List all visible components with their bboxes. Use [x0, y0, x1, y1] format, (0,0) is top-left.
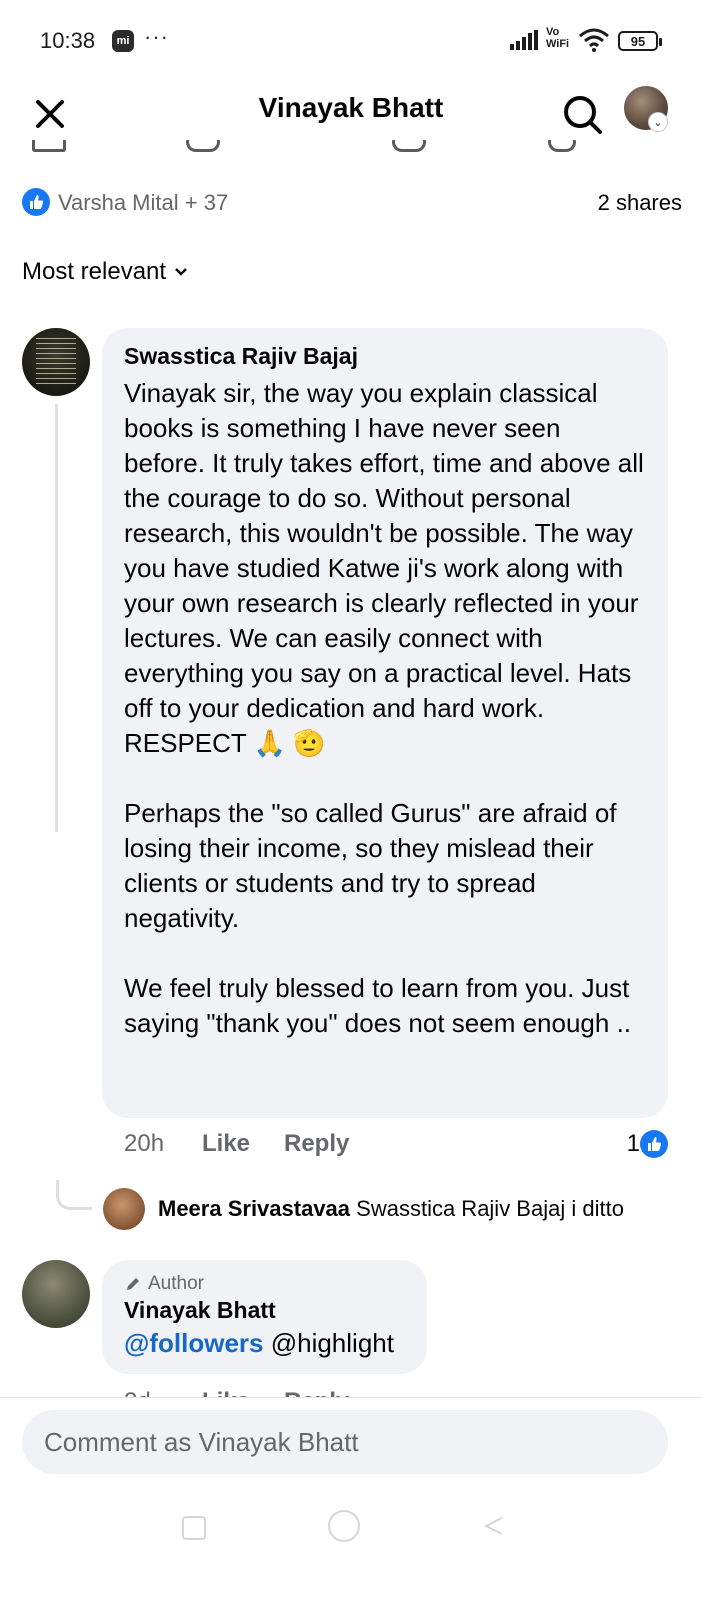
battery-level: 95: [630, 33, 646, 49]
thumbs-up-icon[interactable]: [640, 1130, 668, 1158]
author-badge-label: Author: [148, 1273, 204, 1294]
avatar[interactable]: [22, 1260, 90, 1328]
comment-author[interactable]: Vinayak Bhatt: [124, 1296, 405, 1324]
back-icon[interactable]: [482, 1514, 506, 1538]
battery-icon: 95: [618, 31, 662, 51]
reply-preview[interactable]: Meera Srivastavaa Swasstica Rajiv Bajaj …: [158, 1196, 624, 1222]
reply-connector: [56, 1180, 92, 1210]
shares-count[interactable]: 2 shares: [598, 190, 682, 216]
comment-text: @followers @highlight: [124, 1326, 405, 1360]
sort-label: Most relevant: [22, 258, 167, 285]
reactions-row: Varsha Mital + 37 2 shares: [22, 188, 682, 218]
search-icon[interactable]: [560, 92, 604, 136]
reply-author[interactable]: Meera Srivastavaa: [158, 1196, 350, 1221]
comment-meta: 20h Like Reply 1: [124, 1128, 668, 1162]
pencil-icon: [127, 1278, 139, 1290]
comment-time: 20h: [124, 1130, 165, 1157]
home-icon[interactable]: [328, 1510, 360, 1542]
wifi-icon: [579, 28, 609, 52]
reactions-summary[interactable]: Varsha Mital + 37: [58, 190, 228, 216]
comment-composer-bar: [0, 1397, 702, 1600]
like-action-icon: [32, 140, 66, 152]
author-badge: Author: [124, 1272, 405, 1296]
comment-bubble[interactable]: Swasstica Rajiv Bajaj Vinayak sir, the w…: [102, 328, 668, 1118]
thread-line: [55, 404, 58, 832]
mention-link[interactable]: @followers: [124, 1328, 263, 1358]
mention-text: @highlight: [270, 1328, 394, 1358]
avatar[interactable]: [22, 328, 90, 396]
reply-button[interactable]: Reply: [284, 1130, 349, 1158]
header: Vinayak Bhatt: [0, 84, 702, 144]
status-time: 10:38: [40, 28, 96, 53]
avatar[interactable]: [103, 1188, 145, 1230]
reply-text: Swasstica Rajiv Bajaj i ditto: [356, 1196, 624, 1221]
share-action-icon: [392, 140, 426, 152]
post-actions-peek: [0, 140, 702, 160]
vowifi-icon: Vo WiFi: [546, 26, 570, 50]
mi-notification-icon: mi: [112, 30, 134, 52]
comment-author[interactable]: Swasstica Rajiv Bajaj: [124, 342, 646, 370]
recent-apps-icon[interactable]: [182, 1516, 206, 1540]
chevron-down-icon[interactable]: ⌄: [648, 112, 668, 132]
comment-bubble[interactable]: Author Vinayak Bhatt @followers @highlig…: [102, 1260, 427, 1374]
thumbs-up-icon: [22, 188, 50, 216]
comment-action-icon: [186, 140, 220, 152]
send-action-icon: [548, 140, 576, 152]
more-notifications-icon: ···: [144, 24, 169, 49]
sort-dropdown[interactable]: Most relevant: [22, 258, 188, 286]
comment-text: Vinayak sir, the way you explain classic…: [124, 378, 644, 1038]
cellular-signal-icon: [510, 30, 538, 50]
reaction-count[interactable]: 1: [627, 1130, 640, 1158]
status-bar: 10:38 mi ··· Vo WiFi 95: [0, 0, 702, 84]
comment-input[interactable]: [22, 1410, 668, 1474]
chevron-down-icon: [175, 268, 187, 276]
like-button[interactable]: Like: [202, 1130, 250, 1158]
